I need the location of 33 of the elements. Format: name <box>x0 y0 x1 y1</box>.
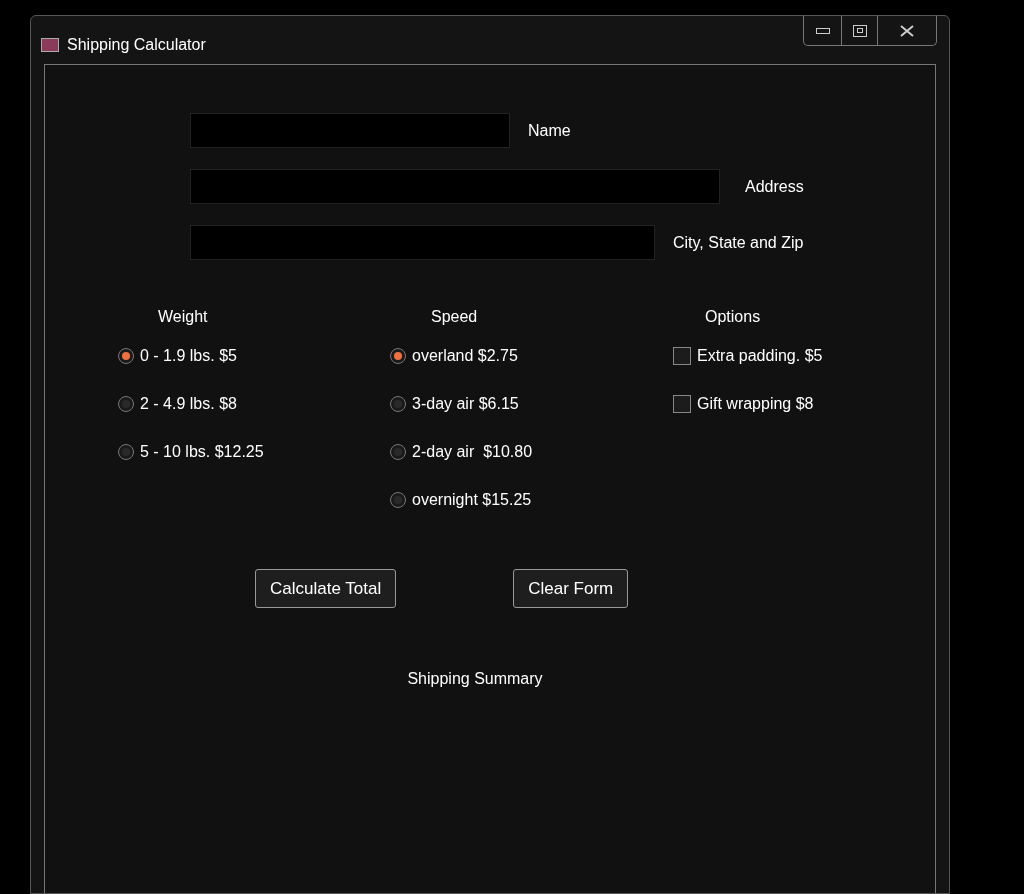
option-label: overnight $15.25 <box>412 490 532 510</box>
option-label: 0 - 1.9 lbs. $5 <box>140 346 237 366</box>
radio-button[interactable] <box>118 348 134 364</box>
option-label: 2 - 4.9 lbs. $8 <box>140 394 237 414</box>
group-heading: Weight <box>157 307 209 327</box>
text-field[interactable] <box>190 225 655 260</box>
text-field[interactable] <box>190 113 510 148</box>
radio-button[interactable] <box>390 492 406 508</box>
radio-button[interactable] <box>390 444 406 460</box>
option-label: overland $2.75 <box>412 346 518 366</box>
radio-button[interactable] <box>390 396 406 412</box>
field-label: City, State and Zip <box>673 232 804 253</box>
option-label: Gift wrapping $8 <box>697 394 814 414</box>
option-label: 3-day air $6.15 <box>412 394 519 414</box>
option-label: Extra padding. $5 <box>697 346 823 366</box>
summary-heading: Shipping Summary <box>407 669 543 689</box>
field-label: Address <box>745 176 804 197</box>
checkbox[interactable] <box>673 395 691 413</box>
field-label: Name <box>528 120 571 141</box>
radio-button[interactable] <box>118 396 134 412</box>
window-title: Shipping Calculator <box>67 35 206 55</box>
option-label: 5 - 10 lbs. $12.25 <box>140 442 264 462</box>
action-button[interactable]: Clear Form <box>513 569 629 608</box>
radio-button[interactable] <box>390 348 406 364</box>
action-button[interactable]: Calculate Total <box>255 569 397 608</box>
group-heading: Speed <box>430 307 479 327</box>
close-icon <box>900 24 914 37</box>
group-heading: Options <box>704 307 762 327</box>
app-icon <box>41 38 59 52</box>
text-field[interactable] <box>190 169 720 204</box>
radio-button[interactable] <box>118 444 134 460</box>
option-label: 2-day air $10.80 <box>412 442 533 462</box>
checkbox[interactable] <box>673 347 691 365</box>
